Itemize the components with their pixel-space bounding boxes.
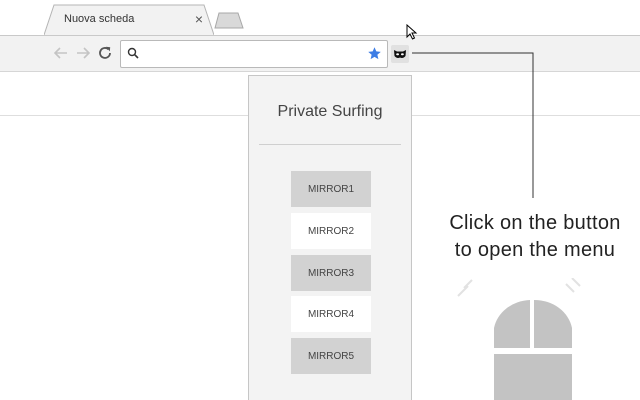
magnifier-icon bbox=[127, 47, 139, 59]
toolbar bbox=[0, 35, 640, 72]
omnibox[interactable] bbox=[120, 40, 388, 68]
arrow-right-icon[interactable] bbox=[74, 44, 92, 62]
mirror2-button[interactable]: MIRROR2 bbox=[291, 213, 371, 249]
reload-icon[interactable] bbox=[96, 44, 114, 62]
address-input[interactable] bbox=[143, 44, 363, 64]
mirror5-button[interactable]: MIRROR5 bbox=[291, 338, 371, 374]
browser-window: Nuova scheda × Private Surfing MIRROR1 M… bbox=[0, 0, 640, 400]
mouse-icon bbox=[457, 278, 581, 400]
arrow-left-icon[interactable] bbox=[52, 44, 70, 62]
mirror1-button[interactable]: MIRROR1 bbox=[291, 171, 371, 207]
tab-strip: Nuova scheda × bbox=[0, 0, 640, 35]
mirror4-button[interactable]: MIRROR4 bbox=[291, 296, 371, 332]
popup-title: Private Surfing bbox=[277, 103, 383, 120]
mouse-cursor-icon bbox=[406, 24, 418, 40]
annotation-line-2: to open the menu bbox=[454, 239, 616, 261]
popup-divider bbox=[259, 144, 401, 145]
tab-nuova-scheda[interactable]: Nuova scheda × bbox=[44, 4, 214, 35]
annotation-text: Click on the button to open the menu bbox=[440, 210, 630, 264]
annotation-line-1: Click on the button bbox=[449, 212, 621, 234]
tab-title: Nuova scheda bbox=[64, 13, 135, 25]
mask-icon bbox=[394, 50, 406, 58]
star-icon[interactable] bbox=[367, 46, 382, 61]
new-tab-button[interactable] bbox=[214, 12, 244, 29]
close-icon[interactable]: × bbox=[192, 12, 206, 26]
extension-popup: Private Surfing MIRROR1 MIRROR2 MIRROR3 … bbox=[248, 75, 412, 400]
mirror3-button[interactable]: MIRROR3 bbox=[291, 255, 371, 291]
extension-button[interactable] bbox=[391, 45, 409, 63]
